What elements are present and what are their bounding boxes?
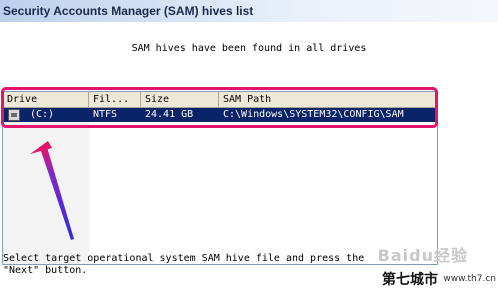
table-row[interactable]: (C:) NTFS 24.41 GB C:\Windows\SYSTEM32\C… xyxy=(4,108,436,122)
watermark-url-text: www.th7.cn xyxy=(443,274,496,284)
column-header-sam-path[interactable]: SAM Path xyxy=(219,92,437,107)
column-header-filesystem[interactable]: Fil... xyxy=(89,92,141,107)
cell-filesystem: NTFS xyxy=(93,109,118,120)
title-bar: Security Accounts Manager (SAM) hives li… xyxy=(0,0,498,22)
watermark-top-text: Baidu经验 xyxy=(377,246,468,265)
drive-column-background xyxy=(3,108,89,264)
watermark-site-text: 第七城市 xyxy=(382,272,438,288)
column-header-size[interactable]: Size xyxy=(141,92,219,107)
status-message: SAM hives have been found in all drives xyxy=(131,43,367,54)
list-header: Drive Fil... Size SAM Path xyxy=(3,92,437,108)
window-title: Security Accounts Manager (SAM) hives li… xyxy=(3,4,254,18)
column-header-drive[interactable]: Drive xyxy=(3,92,89,107)
instruction-text: Select target operational system SAM hiv… xyxy=(3,253,365,276)
hard-drive-icon xyxy=(8,109,20,121)
cell-size: 24.41 GB xyxy=(145,109,194,120)
sam-hive-list[interactable]: Drive Fil... Size SAM Path (C:) NTFS 24.… xyxy=(2,91,438,265)
watermark: Baidu经验 第七城市 www.th7.cn xyxy=(360,240,498,289)
cell-sam-path: C:\Windows\SYSTEM32\CONFIG\SAM xyxy=(223,109,404,120)
cell-drive: (C:) xyxy=(30,109,55,120)
